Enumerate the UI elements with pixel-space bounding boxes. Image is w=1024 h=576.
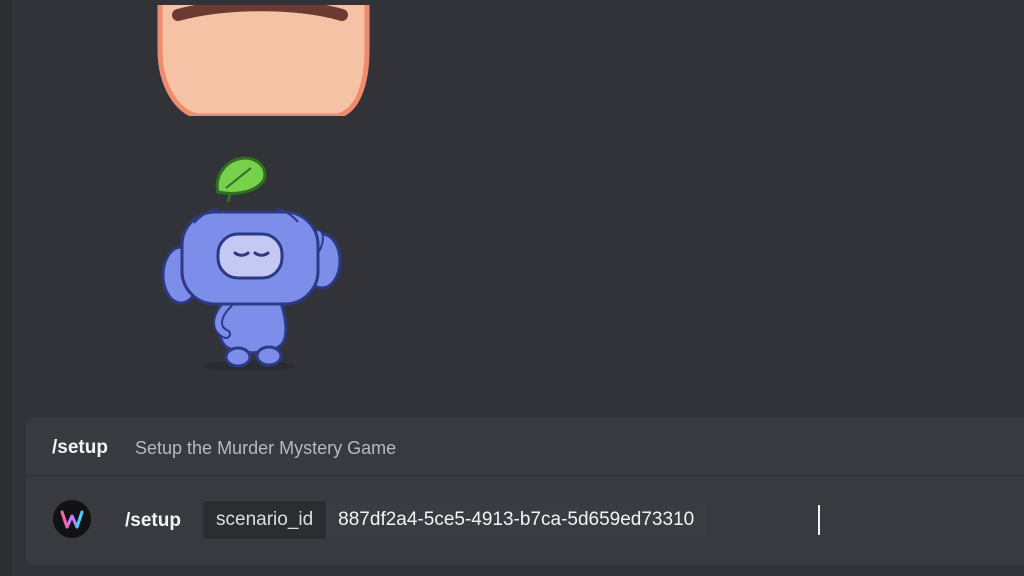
scenario-id-option[interactable]: scenario_id 887df2a4-5ce5-4913-b7ca-5d65… [203,501,707,539]
command-suggestion[interactable]: /setup Setup the Murder Mystery Game [26,417,1024,476]
message-list[interactable] [12,0,1024,416]
command-description: Setup the Murder Mystery Game [135,438,397,458]
app-logo-icon [53,500,91,538]
command-name[interactable]: /setup [52,437,108,459]
option-name[interactable]: scenario_id [203,501,327,539]
option-value-input[interactable]: 887df2a4-5ce5-4913-b7ca-5d659ed73310 [326,501,707,539]
discord-chat-window: /setup Setup the Murder Mystery Game /se… [0,0,1024,576]
slash-command-panel[interactable]: /setup Setup the Murder Mystery Game /se… [26,416,1024,565]
character-face-sticker [152,0,372,116]
text-cursor [818,505,820,535]
input-command[interactable]: /setup [125,510,181,532]
wumpus-wave-sticker [161,156,342,371]
message-input[interactable]: /setup scenario_id 887df2a4-5ce5-4913-b7… [26,476,1024,565]
sidebar-edge [0,0,12,576]
